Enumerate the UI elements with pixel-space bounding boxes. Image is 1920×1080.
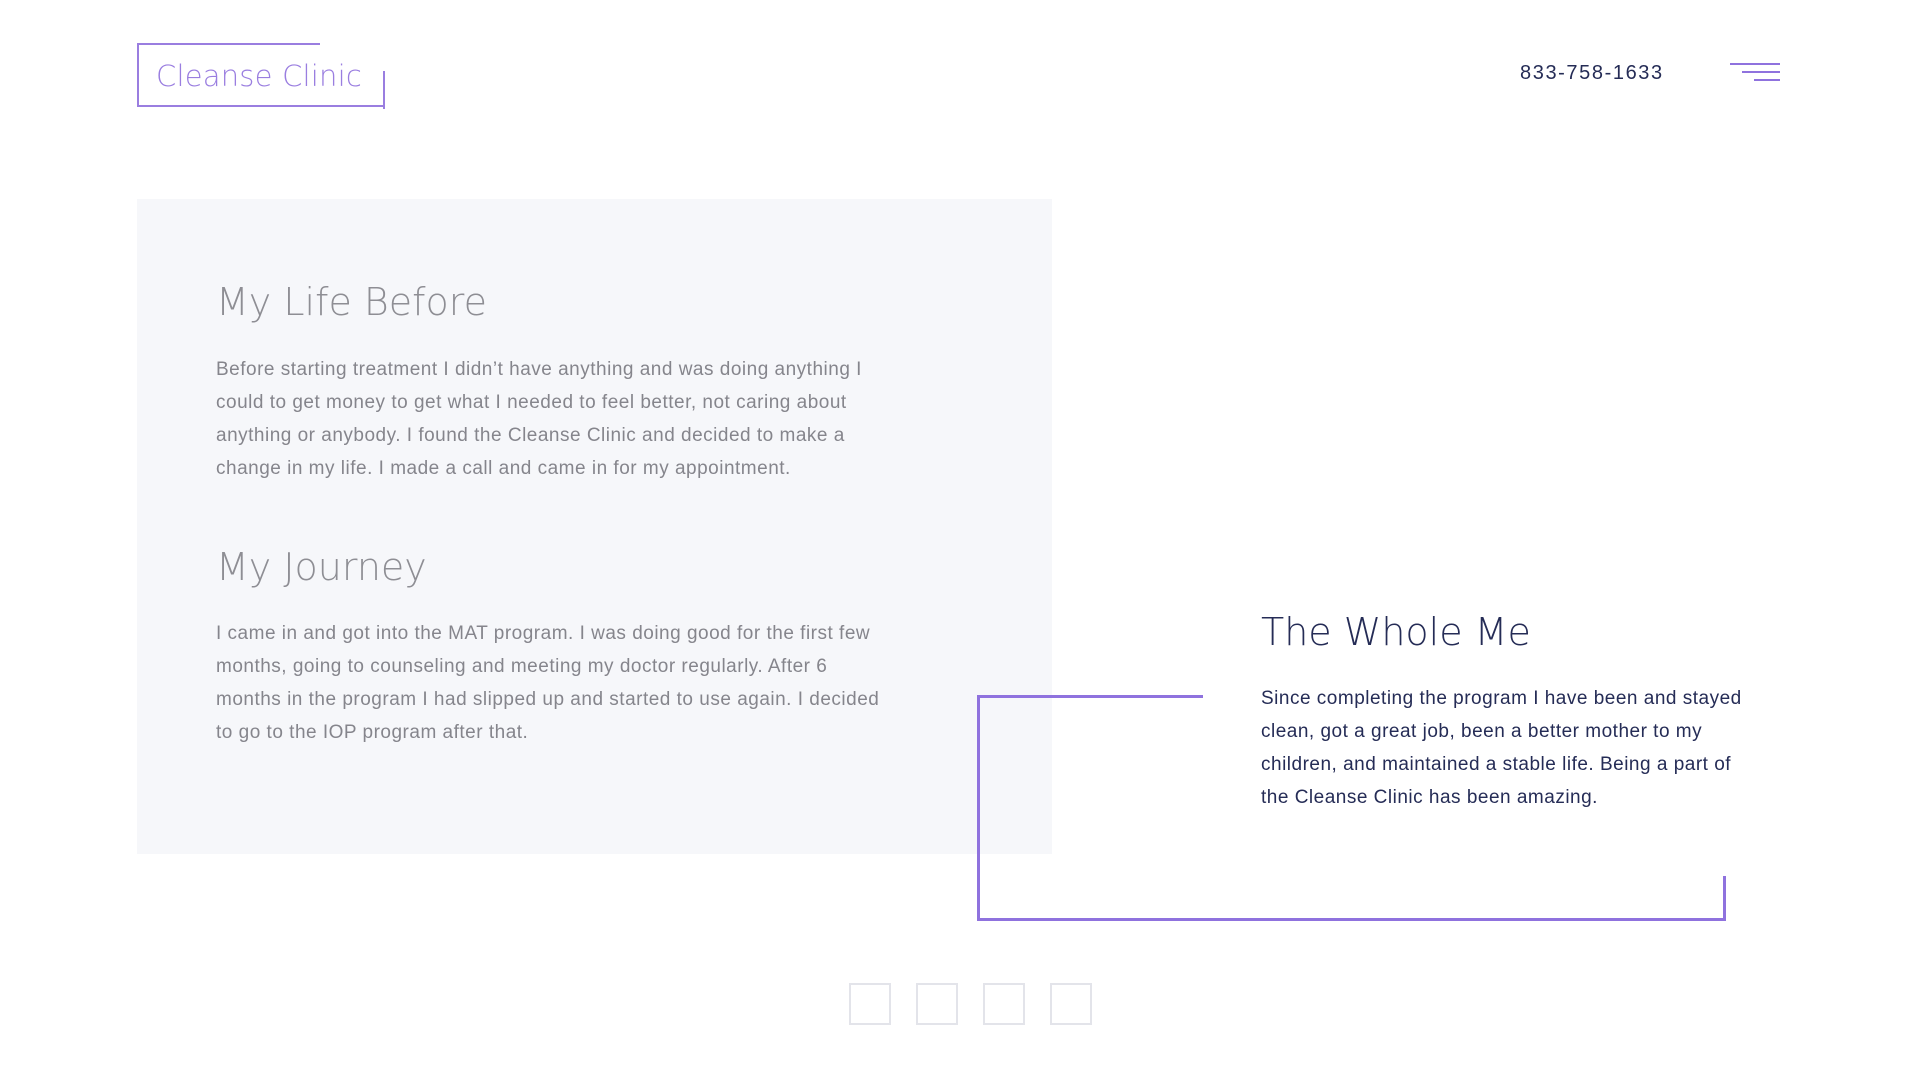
frame-line-right — [1723, 876, 1726, 921]
logo-frame-right — [383, 71, 385, 109]
page-indicator-2[interactable] — [916, 983, 958, 1025]
frame-line-top — [977, 695, 1203, 698]
hamburger-menu-icon[interactable] — [1730, 60, 1782, 86]
phone-number-link[interactable]: 833-758-1633 — [1520, 62, 1664, 85]
life-before-text: Before starting treatment I didn’t have … — [216, 359, 862, 479]
page-indicator-4[interactable] — [1050, 983, 1092, 1025]
whole-me-heading: The Whole Me — [1261, 610, 1531, 654]
frame-line-left — [977, 695, 980, 921]
page-indicator-1[interactable] — [849, 983, 891, 1025]
life-before-heading: My Life Before — [216, 280, 487, 324]
whole-me-text: Since completing the program I have been… — [1261, 688, 1742, 808]
logo-link[interactable]: Cleanse Clinic — [137, 43, 387, 109]
page: Cleanse Clinic 833-758-1633 My Life Befo… — [0, 0, 1920, 1080]
page-indicator-3[interactable] — [983, 983, 1025, 1025]
logo-text: Cleanse Clinic — [156, 59, 363, 93]
journey-text: I came in and got into the MAT program. … — [216, 623, 880, 743]
frame-line-bottom — [977, 918, 1726, 921]
journey-heading: My Journey — [216, 545, 427, 589]
pagination — [849, 983, 1092, 1025]
